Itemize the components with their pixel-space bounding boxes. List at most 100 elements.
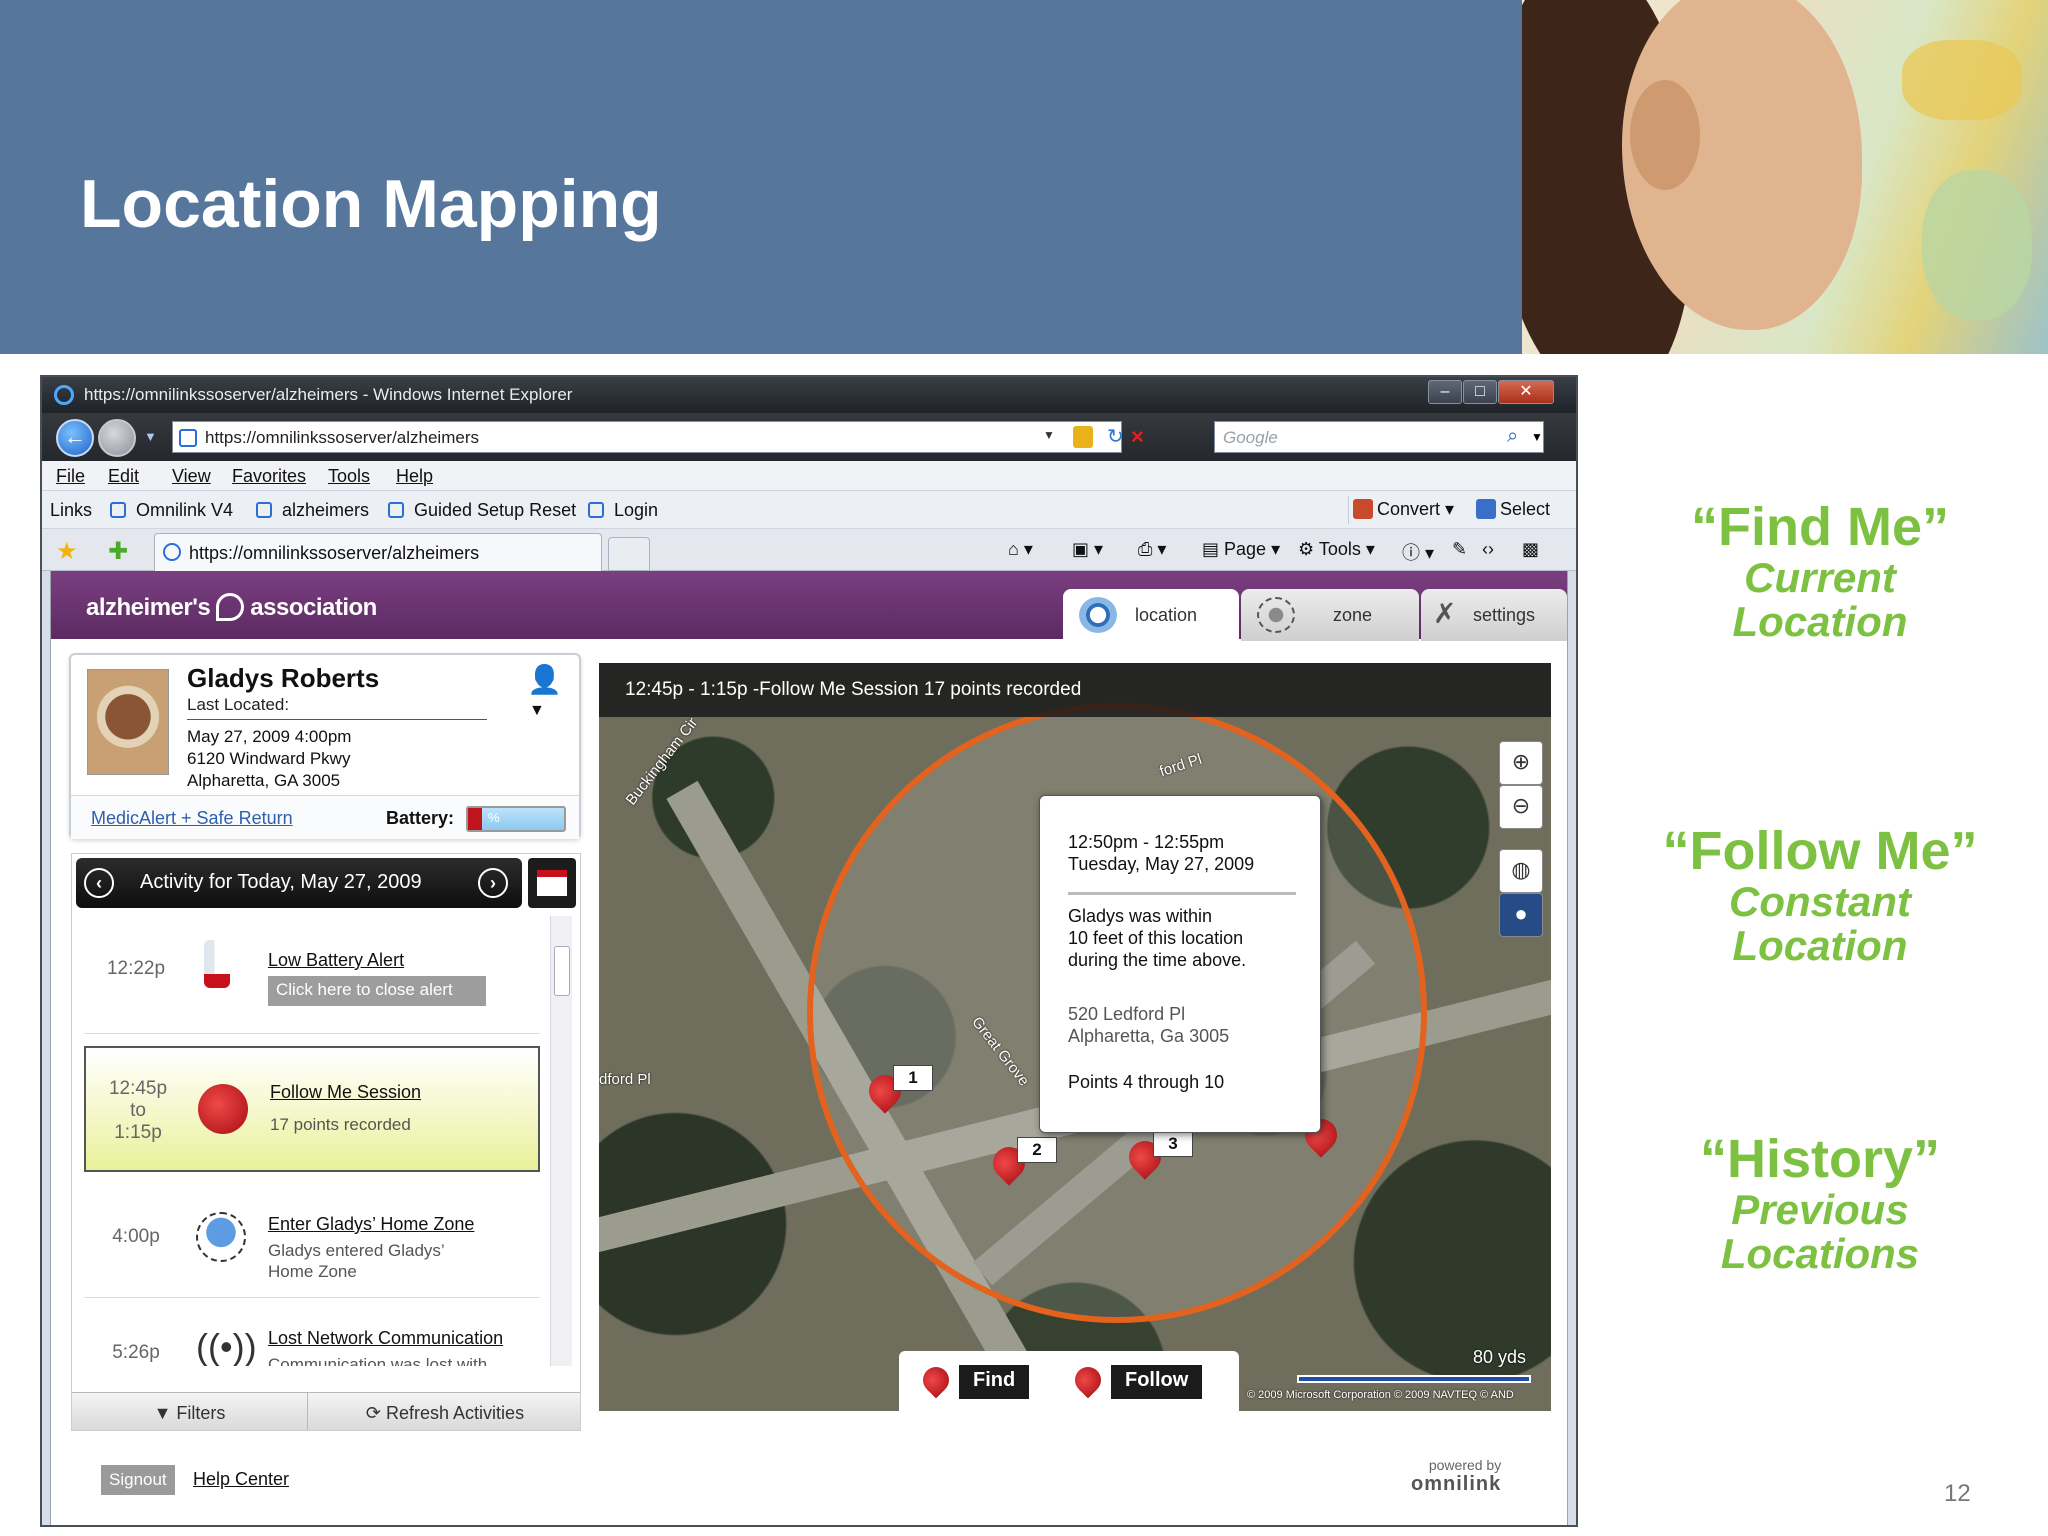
add-favorites-icon[interactable]: ✚: [108, 537, 128, 566]
link-omnilink-v4[interactable]: Omnilink V4: [110, 500, 233, 521]
minimize-button[interactable]: –: [1428, 380, 1462, 404]
activity-scrollbar[interactable]: [550, 916, 572, 1366]
zoom-out-icon[interactable]: ⊖: [1499, 785, 1543, 829]
home-icon[interactable]: ⌂ ▾: [1008, 539, 1033, 560]
previous-day-button[interactable]: ‹: [84, 868, 114, 898]
activity-title[interactable]: Low Battery Alert: [268, 950, 404, 971]
search-input[interactable]: Google ⌕ ▼: [1214, 421, 1544, 453]
map-view[interactable]: Buckingham Cir ford Pl Great Grove dford…: [599, 663, 1551, 1411]
refresh-icon[interactable]: ↻: [1107, 424, 1124, 449]
link-label: Omnilink V4: [136, 500, 234, 520]
tools-menu[interactable]: ⚙ Tools ▾: [1298, 539, 1375, 560]
tab-zone[interactable]: zone: [1241, 589, 1419, 641]
activity-title[interactable]: Follow Me Session: [270, 1082, 421, 1103]
menu-favorites[interactable]: Favorites: [232, 466, 306, 487]
filters-button[interactable]: ▼ Filters: [72, 1393, 308, 1430]
activity-title[interactable]: Enter Gladys’ Home Zone: [268, 1214, 474, 1235]
avatar: [87, 669, 169, 775]
pin-label[interactable]: 2: [1017, 1137, 1057, 1163]
map-scale-bar: [1297, 1375, 1531, 1383]
back-button[interactable]: ←: [56, 419, 94, 457]
next-day-button[interactable]: ›: [478, 868, 508, 898]
satellite-view-icon[interactable]: ●: [1499, 893, 1543, 937]
print-icon[interactable]: ⎙ ▾: [1138, 539, 1166, 560]
pin-label[interactable]: 3: [1153, 1131, 1193, 1157]
caption-line: Location: [1732, 922, 1908, 969]
activity-title[interactable]: Lost Network Communication: [268, 1328, 503, 1349]
activity-time-to: to: [130, 1100, 146, 1121]
calendar-button[interactable]: [528, 858, 576, 908]
menu-bar: File Edit View Favorites Tools Help: [42, 461, 1576, 491]
maximize-button[interactable]: □: [1463, 380, 1497, 404]
menu-view[interactable]: View: [172, 466, 211, 487]
lock-icon[interactable]: [1073, 426, 1093, 448]
close-alert-button[interactable]: Click here to close alert: [268, 976, 486, 1006]
slide-title: Location Mapping: [80, 166, 662, 242]
extension-icon[interactable]: ▩: [1522, 539, 1539, 560]
menu-help[interactable]: Help: [396, 466, 433, 487]
tab-location[interactable]: location: [1063, 589, 1239, 641]
menu-file[interactable]: File: [56, 466, 85, 487]
popup-message: Gladys was within: [1068, 906, 1213, 926]
follow-button[interactable]: Follow: [1111, 1365, 1203, 1399]
link-login[interactable]: Login: [588, 500, 658, 521]
find-button[interactable]: Find: [959, 1365, 1030, 1399]
activity-time-end: 1:15p: [114, 1122, 162, 1143]
page-menu[interactable]: ▤ Page ▾: [1202, 539, 1280, 560]
activity-item[interactable]: 5:26p ((•)) Lost Network Communication C…: [84, 1310, 540, 1366]
menu-edit[interactable]: Edit: [108, 466, 139, 487]
brand-logo: alzheimer's association: [86, 593, 377, 622]
search-icon[interactable]: ⌕: [1507, 425, 1518, 448]
url-dropdown-icon[interactable]: ▼: [1043, 428, 1055, 442]
brand-logo-icon: [216, 593, 245, 621]
link-alzheimers[interactable]: alzheimers: [256, 500, 369, 521]
feeds-icon[interactable]: ▣ ▾: [1072, 539, 1103, 560]
medicalert-link[interactable]: MedicAlert + Safe Return: [91, 808, 293, 829]
caption-line: Current: [1744, 554, 1896, 601]
battery-icon: [204, 940, 230, 988]
tab-settings[interactable]: ✗ settings: [1421, 589, 1567, 641]
help-icon[interactable]: ⓘ ▾: [1402, 539, 1434, 565]
forward-button[interactable]: [98, 419, 136, 457]
person-menu-icon[interactable]: 👤▼: [527, 663, 579, 728]
battery-indicator: %: [466, 806, 566, 832]
close-button[interactable]: ✕: [1498, 380, 1554, 404]
url-field[interactable]: https://omnilinkssoserver/alzheimers ▼ ↻…: [172, 421, 1144, 453]
brand-left: alzheimer's: [86, 594, 211, 621]
browser-tab[interactable]: https://omnilinkssoserver/alzheimers: [154, 533, 602, 571]
pin-label[interactable]: 1: [893, 1065, 933, 1091]
photo-map-shape: [1922, 170, 2032, 320]
street-label: dford Pl: [599, 1071, 651, 1088]
recent-pages-dropdown[interactable]: ▼: [144, 429, 157, 444]
zoom-in-icon[interactable]: ⊕: [1499, 741, 1543, 785]
tab-settings-label: settings: [1473, 605, 1536, 625]
tab-zone-label: zone: [1333, 605, 1373, 625]
menu-tools[interactable]: Tools: [328, 466, 370, 487]
refresh-activities-button[interactable]: ⟳ Refresh Activities: [308, 1393, 580, 1430]
tools-menu-label: Tools: [1318, 539, 1361, 559]
scrollbar-thumb[interactable]: [554, 946, 570, 996]
activity-item[interactable]: 12:22p Low Battery Alert Click here to c…: [84, 916, 540, 1034]
magnifier-icon: [1079, 597, 1117, 633]
omnilink-logo: omnilink: [1411, 1473, 1502, 1495]
select-button[interactable]: Select: [1472, 496, 1554, 524]
new-tab-button[interactable]: [608, 537, 650, 571]
search-options-icon[interactable]: ▼: [1531, 430, 1543, 444]
address-bar: ← ▼ https://omnilinkssoserver/alzheimers…: [42, 413, 1576, 461]
tab-bar: ★ ✚ https://omnilinkssoserver/alzheimers…: [42, 529, 1576, 571]
favorites-star-icon[interactable]: ★: [56, 537, 78, 566]
stop-icon[interactable]: ×: [1131, 424, 1144, 450]
code-icon[interactable]: ‹›: [1482, 539, 1494, 560]
research-icon[interactable]: ✎: [1452, 539, 1467, 560]
follow-pins-icon: [1069, 1361, 1107, 1399]
photo-map-shape: [1902, 40, 2022, 120]
convert-button[interactable]: Convert ▾: [1348, 496, 1458, 524]
slide-header: Location Mapping: [0, 0, 1522, 354]
help-center-link[interactable]: Help Center: [193, 1469, 289, 1490]
calendar-icon: [537, 870, 567, 896]
activity-item-selected[interactable]: 12:45p to 1:15p Follow Me Session 17 point…: [84, 1046, 540, 1172]
link-guided-setup-reset[interactable]: Guided Setup Reset: [388, 500, 576, 521]
signout-button[interactable]: Signout: [101, 1465, 175, 1495]
activity-item[interactable]: 4:00p Enter Gladys’ Home Zone Gladys ent…: [84, 1180, 540, 1298]
road-view-icon[interactable]: ◍: [1499, 849, 1543, 893]
